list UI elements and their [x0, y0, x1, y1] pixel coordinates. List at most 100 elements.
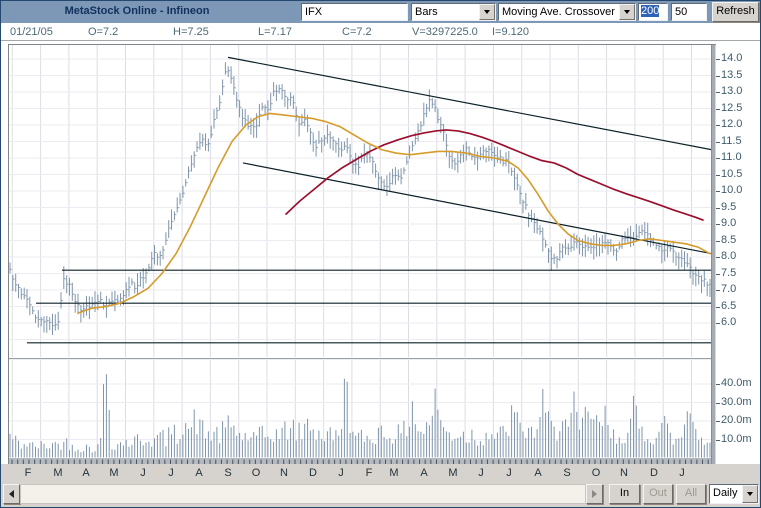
axis-tick	[716, 125, 720, 126]
quote-low: L=7.17	[258, 26, 292, 38]
month-label: F	[24, 467, 32, 479]
scroll-left-button[interactable]	[3, 484, 20, 504]
axis-tick	[716, 158, 720, 159]
param1-selected-text: 200	[641, 5, 660, 17]
chevron-down-icon	[484, 10, 490, 14]
zoom-in-button[interactable]: In	[609, 484, 640, 504]
period-value: Daily	[713, 487, 738, 499]
price-tick-label: 13.5	[721, 68, 743, 81]
symbol-input[interactable]	[301, 3, 408, 21]
axis-tick	[716, 257, 720, 258]
chevron-down-icon	[747, 492, 753, 496]
indicator-value: Moving Ave. Crossover	[502, 6, 615, 18]
axis-tick	[716, 439, 720, 441]
month-label: N	[620, 467, 628, 479]
refresh-button[interactable]: Refresh	[712, 2, 759, 22]
volume-tick-label: 40.0m	[721, 377, 752, 389]
zoom-all-button[interactable]: All	[676, 484, 706, 504]
period-dropdown-button[interactable]	[742, 485, 758, 503]
price-tick-label: 6.5	[721, 299, 737, 312]
volume-tick-label: 20.0m	[721, 414, 752, 426]
month-label: F	[365, 467, 373, 479]
bottom-bar: F M A M J J A S O N D J F M A M J J A S O N D J In Out All Dail…	[1, 464, 760, 507]
indicator-combo[interactable]: Moving Ave. Crossover	[498, 3, 636, 21]
param1-input[interactable]: 200	[638, 3, 668, 21]
price-tick-label: 13.0	[721, 85, 743, 97]
month-label: M	[389, 467, 399, 479]
axis-tick	[716, 240, 720, 242]
month-label: J	[478, 467, 484, 479]
volume-tick-label: 30.0m	[721, 395, 752, 408]
axis-tick	[716, 402, 720, 404]
month-label: A	[82, 467, 90, 479]
month-label: M	[448, 467, 458, 479]
chart-canvas[interactable]	[8, 44, 716, 465]
month-label: N	[280, 467, 288, 479]
indicator-dropdown-button[interactable]	[619, 4, 635, 20]
quote-indicator: I=9.120	[492, 26, 530, 38]
axis-tick	[716, 290, 720, 291]
period-combo[interactable]: Daily	[709, 484, 759, 504]
chevron-down-icon	[624, 10, 630, 14]
month-label: J	[679, 467, 685, 479]
month-label: D	[309, 467, 317, 479]
chart-type-dropdown-button[interactable]	[479, 4, 495, 20]
price-tick-label: 11.0	[721, 151, 742, 163]
month-label: J	[168, 467, 174, 479]
scroll-right-button[interactable]	[586, 484, 603, 504]
arrow-left-icon	[9, 490, 14, 498]
price-tick-label: 8.0	[721, 250, 737, 262]
month-label: M	[53, 467, 63, 479]
axis-tick	[716, 207, 720, 209]
titlebar: MetaStock Online - Infineon Bars Moving …	[1, 1, 760, 23]
axis-tick	[716, 273, 720, 275]
month-label: A	[195, 467, 203, 479]
month-label: O	[251, 467, 261, 479]
axis-tick	[716, 323, 720, 324]
param2-input[interactable]	[671, 3, 707, 21]
quote-open: O=7.2	[88, 26, 119, 38]
quote-bar: 01/21/05 O=7.2 H=7.25 L=7.17 C=7.2 V=329…	[1, 23, 760, 41]
price-tick-label: 7.5	[721, 266, 737, 279]
axis-tick	[716, 191, 720, 192]
price-tick-label: 11.5	[721, 134, 742, 147]
scrollbar-track[interactable]	[20, 484, 586, 504]
month-label: D	[650, 467, 658, 479]
month-label: J	[338, 467, 344, 479]
quote-date: 01/21/05	[10, 26, 53, 38]
axis-tick	[716, 59, 720, 60]
price-tick-label: 12.0	[721, 118, 743, 130]
axis-tick	[716, 141, 720, 143]
metastock-window: MetaStock Online - Infineon Bars Moving …	[0, 0, 761, 508]
axis-tick	[716, 174, 720, 176]
price-tick-label: 10.0	[721, 184, 743, 196]
month-label: A	[420, 467, 428, 479]
chart-type-combo[interactable]: Bars	[411, 3, 496, 21]
axis-tick	[716, 384, 720, 385]
window-title: MetaStock Online - Infineon	[64, 5, 210, 17]
month-label: S	[224, 467, 232, 479]
price-tick-label: 9.5	[721, 200, 737, 213]
axis-tick	[716, 306, 720, 308]
zoom-out-button[interactable]: Out	[643, 484, 673, 504]
month-label: O	[591, 467, 601, 479]
month-label: A	[534, 467, 542, 479]
chart-type-value: Bars	[415, 6, 438, 18]
month-label: M	[109, 467, 119, 479]
month-label: J	[140, 467, 146, 479]
axis-tick	[716, 421, 720, 422]
axis-tick	[716, 224, 720, 225]
price-tick-label: 10.5	[721, 167, 743, 180]
price-tick-label: 7.0	[721, 283, 737, 295]
volume-tick-label: 10.0m	[721, 432, 752, 445]
axis-tick	[716, 75, 720, 77]
axis-tick	[716, 92, 720, 93]
price-tick-label: 12.5	[721, 101, 743, 114]
quote-close: C=7.2	[342, 26, 372, 38]
axis-tick	[716, 108, 720, 110]
price-tick-label: 14.0	[721, 52, 743, 64]
price-tick-label: 6.0	[721, 316, 737, 328]
quote-high: H=7.25	[173, 26, 209, 38]
month-label: S	[563, 467, 571, 479]
quote-volume: V=3297225.0	[412, 26, 478, 38]
